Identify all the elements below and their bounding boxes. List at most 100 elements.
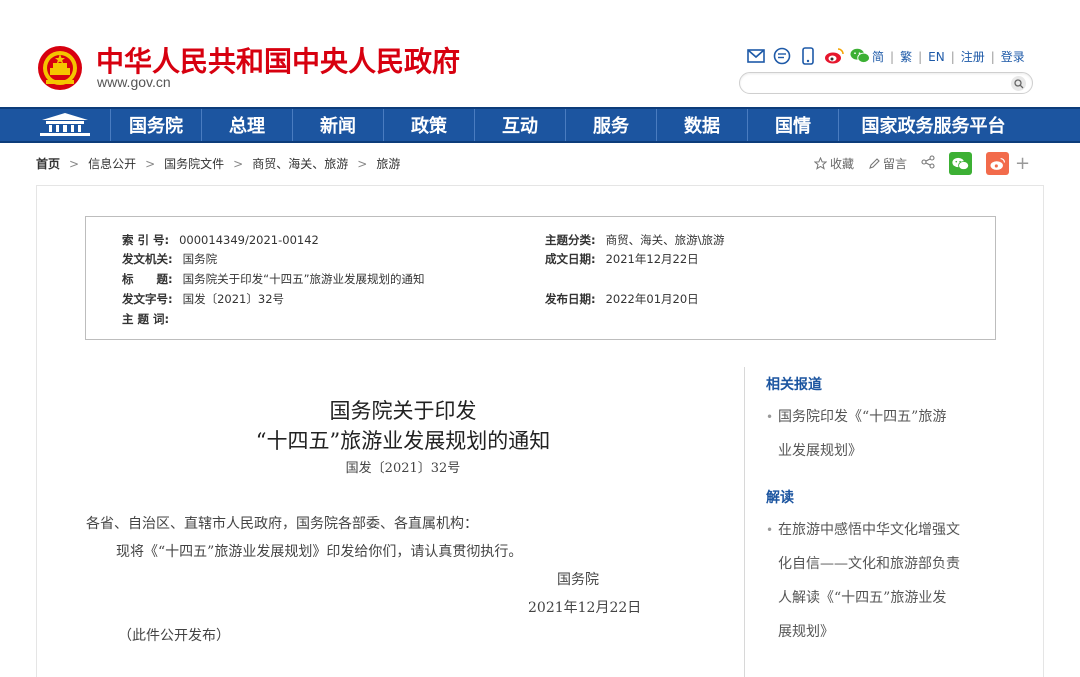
search-input[interactable] [750,75,1000,91]
article-note: （此件公开发布） [118,628,230,644]
article-signer: 国务院 [557,572,599,588]
breadcrumb-state-council-docs[interactable]: 国务院文件 [164,155,224,172]
separator: | [918,49,923,64]
meta-issuer: 发文机关: 国务院 [122,251,217,267]
related-report-line: 业发展规划》 [778,443,862,459]
sidebar-divider [744,367,745,677]
link-login[interactable]: 登录 [1001,48,1025,65]
breadcrumb: 首页 > 信息公开 > 国务院文件 > 商贸、海关、旅游 > 旅游 [36,155,400,172]
nav-item-premier[interactable]: 总理 [201,109,292,141]
site-url[interactable]: www.gov.cn [97,74,171,90]
meta-label: 发文机关: [122,252,173,266]
meta-label: 发布日期: [545,292,596,306]
separator: | [950,49,955,64]
nav-item-news[interactable]: 新闻 [292,109,383,141]
nav-home-icon[interactable] [30,109,100,141]
chevron-right-icon: > [145,156,156,171]
breadcrumb-home[interactable]: 首页 [36,155,60,172]
related-report-item[interactable]: • 国务院印发《“十四五”旅游 业发展规划》 [766,400,996,468]
meta-published-date: 发布日期: 2022年01月20日 [545,291,699,307]
breadcrumb-commerce[interactable]: 商贸、海关、旅游 [252,155,348,172]
chevron-right-icon: > [357,156,368,171]
article-body: 现将《“十四五”旅游业发展规划》印发给你们，请认真贯彻执行。 [116,544,523,560]
article-title-line2: “十四五”旅游业发展规划的通知 [255,429,551,453]
search-box [739,72,1033,94]
weibo-icon[interactable] [824,46,844,66]
interpretation-line: 在旅游中感悟中华文化增强文 [778,522,960,538]
comment-button[interactable]: 留言 [868,155,907,172]
meta-value: 000014349/2021-00142 [179,233,319,247]
share-weibo-button[interactable] [986,152,1010,175]
wechat-icon [952,157,970,170]
nav-item-data[interactable]: 数据 [656,109,747,141]
meta-topic: 主题分类: 商贸、海关、旅游\旅游 [545,232,724,248]
meta-value: 国发〔2021〕32号 [182,292,285,306]
meta-label: 主题分类: [545,233,596,247]
share-wechat-button[interactable] [949,152,973,175]
mobile-icon[interactable] [798,46,818,66]
nav-item-national-info[interactable]: 国情 [747,109,838,141]
meta-value: 2022年01月20日 [605,292,699,306]
bullet-icon: • [766,410,774,424]
meta-written-date: 成文日期: 2021年12月22日 [545,251,699,267]
message-icon[interactable] [772,46,792,66]
article-salutation: 各省、自治区、直辖市人民政府，国务院各部委、各直属机构： [86,516,478,532]
bullet-icon: • [766,523,774,537]
link-traditional[interactable]: 繁 [900,48,912,65]
related-report-line: 国务院印发《“十四五”旅游 [778,409,947,425]
top-links: 简 | 繁 | EN | 注册 | 登录 [872,48,1025,65]
meta-value: 2021年12月22日 [605,252,699,266]
national-emblem-icon[interactable] [36,44,84,92]
meta-label: 主 题 词: [122,312,170,326]
interpretation-line: 展规划》 [778,624,834,640]
meta-doc-no: 发文字号: 国发〔2021〕32号 [122,291,284,307]
meta-keywords: 主 题 词: [122,311,179,327]
interpretation-line: 人解读《“十四五”旅游业发 [778,590,947,606]
nav-item-interaction[interactable]: 互动 [474,109,565,141]
separator: | [890,49,895,64]
chevron-right-icon: > [233,156,244,171]
favorite-button[interactable]: 收藏 [814,155,854,172]
meta-index-no: 索 引 号: 000014349/2021-00142 [122,232,319,248]
meta-label: 索 引 号: [122,233,170,247]
meta-label: 成文日期: [545,252,596,266]
wechat-icon[interactable] [850,46,870,66]
share-icon[interactable] [921,155,935,172]
related-reports-title: 相关报道 [766,377,822,393]
breadcrumb-info-disclosure[interactable]: 信息公开 [88,155,136,172]
nav-item-services[interactable]: 服务 [565,109,656,141]
more-share-button[interactable]: + [1015,153,1030,174]
meta-value: 商贸、海关、旅游\旅游 [605,233,725,247]
nav-item-policy[interactable]: 政策 [383,109,474,141]
article-doc-number: 国发〔2021〕32号 [345,461,461,476]
mail-icon[interactable] [746,46,766,66]
link-simplified[interactable]: 简 [872,48,884,65]
star-icon [814,157,827,170]
favorite-label: 收藏 [830,157,855,171]
separator: | [990,49,995,64]
nav-item-service-platform[interactable]: 国家政务服务平台 [838,109,1028,141]
interpretation-item[interactable]: • 在旅游中感悟中华文化增强文 化自信——文化和旅游部负责 人解读《“十四五”旅… [766,513,996,649]
article-tools: 收藏 留言 + [814,152,1030,175]
nav-item-state-council[interactable]: 国务院 [110,109,201,141]
article-date: 2021年12月22日 [528,600,642,616]
search-icon[interactable] [1011,76,1026,91]
article-title-line1: 国务院关于印发 [329,399,477,423]
pen-icon [869,157,880,169]
top-icon-bar [746,46,870,66]
comment-label: 留言 [883,157,908,171]
site-header: 中华人民共和国中央人民政府 www.gov.cn 简 | 繁 | EN | 注册… [0,0,1080,107]
meta-label: 发文字号: [122,292,173,306]
main-nav: 国务院 总理 新闻 政策 互动 服务 数据 国情 国家政务服务平台 [0,107,1080,143]
weibo-icon [990,157,1006,170]
breadcrumb-tourism[interactable]: 旅游 [376,155,400,172]
meta-title: 标 题: 国务院关于印发“十四五”旅游业发展规划的通知 [122,271,425,287]
link-register[interactable]: 注册 [961,48,985,65]
link-english[interactable]: EN [928,50,945,64]
meta-value: 国务院关于印发“十四五”旅游业发展规划的通知 [182,272,425,286]
chevron-right-icon: > [69,156,80,171]
nav-items: 国务院 总理 新闻 政策 互动 服务 数据 国情 国家政务服务平台 [110,109,1028,141]
meta-label: 标 题: [122,272,173,286]
interpretation-title: 解读 [766,490,794,506]
interpretation-line: 化自信——文化和旅游部负责 [778,556,960,572]
